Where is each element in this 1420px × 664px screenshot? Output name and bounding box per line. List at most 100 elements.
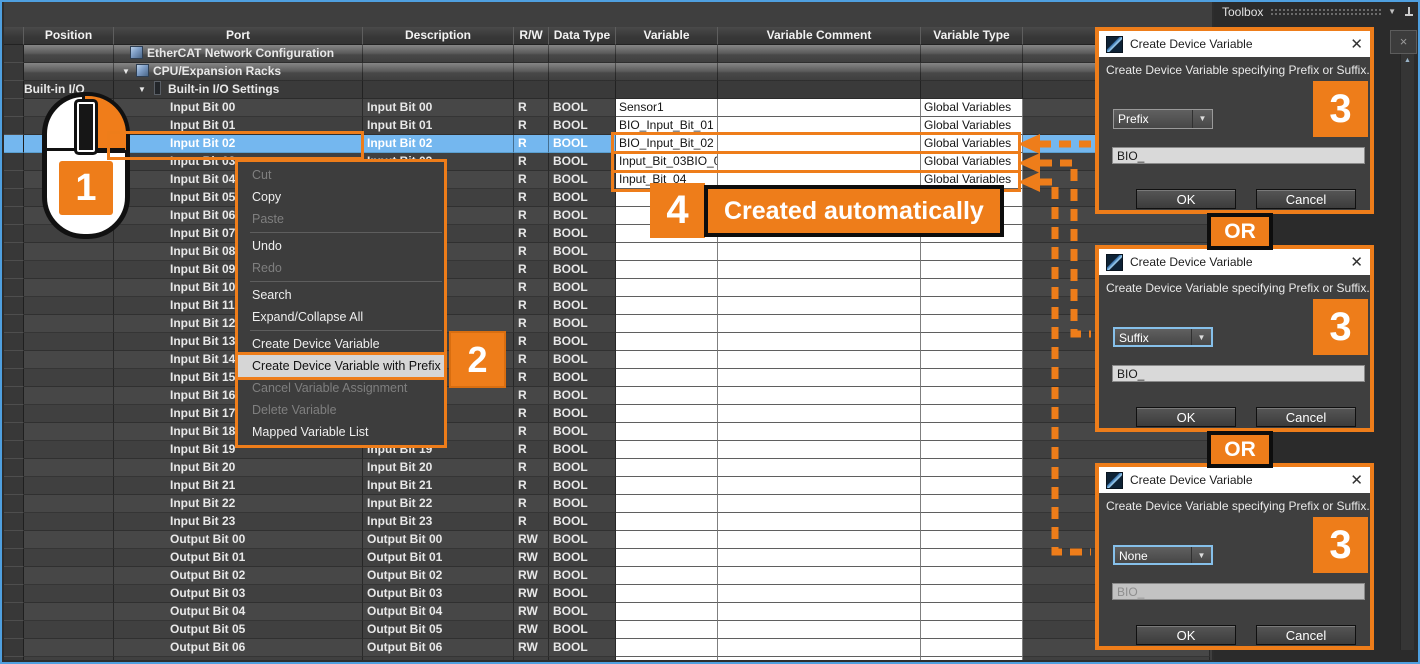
io-row[interactable]: Input Bit 23Input Bit 23RBOOL bbox=[4, 513, 1210, 531]
io-row[interactable]: Output Bit 06Output Bit 06RWBOOL bbox=[4, 639, 1210, 657]
io-row[interactable]: Output Bit 01Output Bit 01RWBOOL bbox=[4, 549, 1210, 567]
dialog-title-bar[interactable]: Create Device Variable✕ bbox=[1099, 467, 1370, 493]
comment-cell[interactable] bbox=[718, 261, 921, 279]
io-row[interactable]: Input Bit 17Input Bit 17RBOOL bbox=[4, 405, 1210, 423]
menu-item-create-device-variable[interactable]: Create Device Variable bbox=[238, 333, 444, 355]
vartype-cell[interactable] bbox=[921, 531, 1023, 549]
vartype-cell[interactable] bbox=[921, 459, 1023, 477]
variable-cell[interactable] bbox=[616, 513, 718, 531]
vartype-cell[interactable] bbox=[921, 369, 1023, 387]
variable-cell[interactable] bbox=[616, 567, 718, 585]
io-row[interactable]: Input Bit 21Input Bit 21RBOOL bbox=[4, 477, 1210, 495]
comment-cell[interactable] bbox=[718, 639, 921, 657]
cancel-button[interactable]: Cancel bbox=[1256, 189, 1356, 209]
row-header-cell[interactable] bbox=[4, 189, 24, 207]
variable-cell[interactable] bbox=[616, 441, 718, 459]
row-header-cell[interactable] bbox=[4, 135, 24, 153]
row-header-cell[interactable] bbox=[4, 81, 24, 99]
toolbox-close-button[interactable]: × bbox=[1390, 30, 1417, 54]
vartype-cell[interactable] bbox=[921, 513, 1023, 531]
variable-cell[interactable] bbox=[616, 243, 718, 261]
io-row[interactable]: Input Bit 14Input Bit 14RBOOL bbox=[4, 351, 1210, 369]
menu-item-create-device-variable-with-prefix[interactable]: Create Device Variable with Prefix bbox=[238, 355, 444, 377]
row-header-cell[interactable] bbox=[4, 297, 24, 315]
vartype-cell[interactable] bbox=[921, 567, 1023, 585]
prefix-text-input[interactable]: BIO_ bbox=[1112, 365, 1365, 382]
row-header-cell[interactable] bbox=[4, 279, 24, 297]
row-header-cell[interactable] bbox=[4, 459, 24, 477]
row-header-cell[interactable] bbox=[4, 513, 24, 531]
port-cell[interactable]: Output Bit 07 bbox=[114, 657, 363, 660]
prefix-suffix-dropdown[interactable]: None▼ bbox=[1113, 545, 1213, 565]
io-row[interactable]: Input Bit 19Input Bit 19RBOOL bbox=[4, 441, 1210, 459]
vartype-cell[interactable] bbox=[921, 261, 1023, 279]
vartype-cell[interactable] bbox=[921, 243, 1023, 261]
cancel-button[interactable]: Cancel bbox=[1256, 625, 1356, 645]
port-cell[interactable]: Input Bit 22 bbox=[114, 495, 363, 513]
port-cell[interactable]: Input Bit 20 bbox=[114, 459, 363, 477]
tree-row[interactable]: ▼CPU/Expansion Racks bbox=[4, 63, 1210, 81]
io-row[interactable]: Input Bit 06Input Bit 06RBOOL bbox=[4, 207, 1210, 225]
io-row[interactable]: Input Bit 20Input Bit 20RBOOL bbox=[4, 459, 1210, 477]
menu-item-undo[interactable]: Undo bbox=[238, 235, 444, 257]
vartype-cell[interactable] bbox=[921, 387, 1023, 405]
port-cell[interactable]: Output Bit 06 bbox=[114, 639, 363, 657]
menu-item-expand-collapse-all[interactable]: Expand/Collapse All bbox=[238, 306, 444, 328]
vartype-cell[interactable] bbox=[921, 423, 1023, 441]
column-header-blank[interactable] bbox=[4, 27, 24, 45]
vartype-cell[interactable] bbox=[921, 585, 1023, 603]
variable-cell[interactable] bbox=[616, 315, 718, 333]
comment-cell[interactable] bbox=[718, 657, 921, 660]
vartype-cell[interactable] bbox=[921, 639, 1023, 657]
port-cell[interactable]: Output Bit 05 bbox=[114, 621, 363, 639]
row-header-cell[interactable] bbox=[4, 243, 24, 261]
vartype-cell[interactable] bbox=[921, 603, 1023, 621]
variable-cell[interactable] bbox=[616, 549, 718, 567]
toolbox-scrollbar[interactable]: ▲ bbox=[1400, 54, 1414, 650]
row-header-cell[interactable] bbox=[4, 549, 24, 567]
io-row[interactable]: Input Bit 00Input Bit 00RBOOLSensor1Glob… bbox=[4, 99, 1210, 117]
comment-cell[interactable] bbox=[718, 387, 921, 405]
port-cell[interactable]: Output Bit 04 bbox=[114, 603, 363, 621]
vartype-cell[interactable] bbox=[921, 315, 1023, 333]
prefix-text-input[interactable]: BIO_ bbox=[1112, 147, 1365, 164]
column-header-Data Type[interactable]: Data Type bbox=[549, 27, 616, 45]
io-row[interactable]: Input Bit 18Input Bit 18RBOOL bbox=[4, 423, 1210, 441]
comment-cell[interactable] bbox=[718, 585, 921, 603]
vartype-cell[interactable] bbox=[921, 441, 1023, 459]
toolbox-pin-icon[interactable] bbox=[1404, 6, 1414, 18]
variable-cell[interactable] bbox=[616, 639, 718, 657]
variable-cell[interactable] bbox=[616, 495, 718, 513]
row-header-cell[interactable] bbox=[4, 531, 24, 549]
vartype-cell[interactable] bbox=[921, 657, 1023, 660]
variable-cell[interactable] bbox=[616, 279, 718, 297]
column-header-Position[interactable]: Position bbox=[24, 27, 114, 45]
comment-cell[interactable] bbox=[718, 513, 921, 531]
prefix-suffix-dropdown[interactable]: Prefix▼ bbox=[1113, 109, 1213, 129]
variable-cell[interactable] bbox=[616, 477, 718, 495]
comment-cell[interactable] bbox=[718, 297, 921, 315]
comment-cell[interactable] bbox=[718, 621, 921, 639]
column-header-Description[interactable]: Description bbox=[363, 27, 514, 45]
row-header-cell[interactable] bbox=[4, 63, 24, 81]
column-header-Port[interactable]: Port bbox=[114, 27, 363, 45]
io-row[interactable]: Input Bit 13Input Bit 13RBOOL bbox=[4, 333, 1210, 351]
variable-cell[interactable] bbox=[616, 585, 718, 603]
comment-cell[interactable] bbox=[718, 405, 921, 423]
vartype-cell[interactable] bbox=[921, 333, 1023, 351]
variable-cell[interactable] bbox=[616, 387, 718, 405]
port-cell[interactable]: Output Bit 03 bbox=[114, 585, 363, 603]
vartype-cell[interactable] bbox=[921, 351, 1023, 369]
row-header-cell[interactable] bbox=[4, 153, 24, 171]
row-header-cell[interactable] bbox=[4, 387, 24, 405]
variable-cell[interactable] bbox=[616, 531, 718, 549]
tree-node[interactable]: EtherCAT Network Configuration bbox=[114, 45, 363, 63]
row-header-cell[interactable] bbox=[4, 45, 24, 63]
row-header-cell[interactable] bbox=[4, 369, 24, 387]
row-header-cell[interactable] bbox=[4, 567, 24, 585]
variable-cell[interactable] bbox=[616, 603, 718, 621]
row-header-cell[interactable] bbox=[4, 657, 24, 660]
comment-cell[interactable] bbox=[718, 603, 921, 621]
scroll-up-icon[interactable]: ▲ bbox=[1401, 54, 1414, 64]
variable-cell[interactable] bbox=[616, 297, 718, 315]
